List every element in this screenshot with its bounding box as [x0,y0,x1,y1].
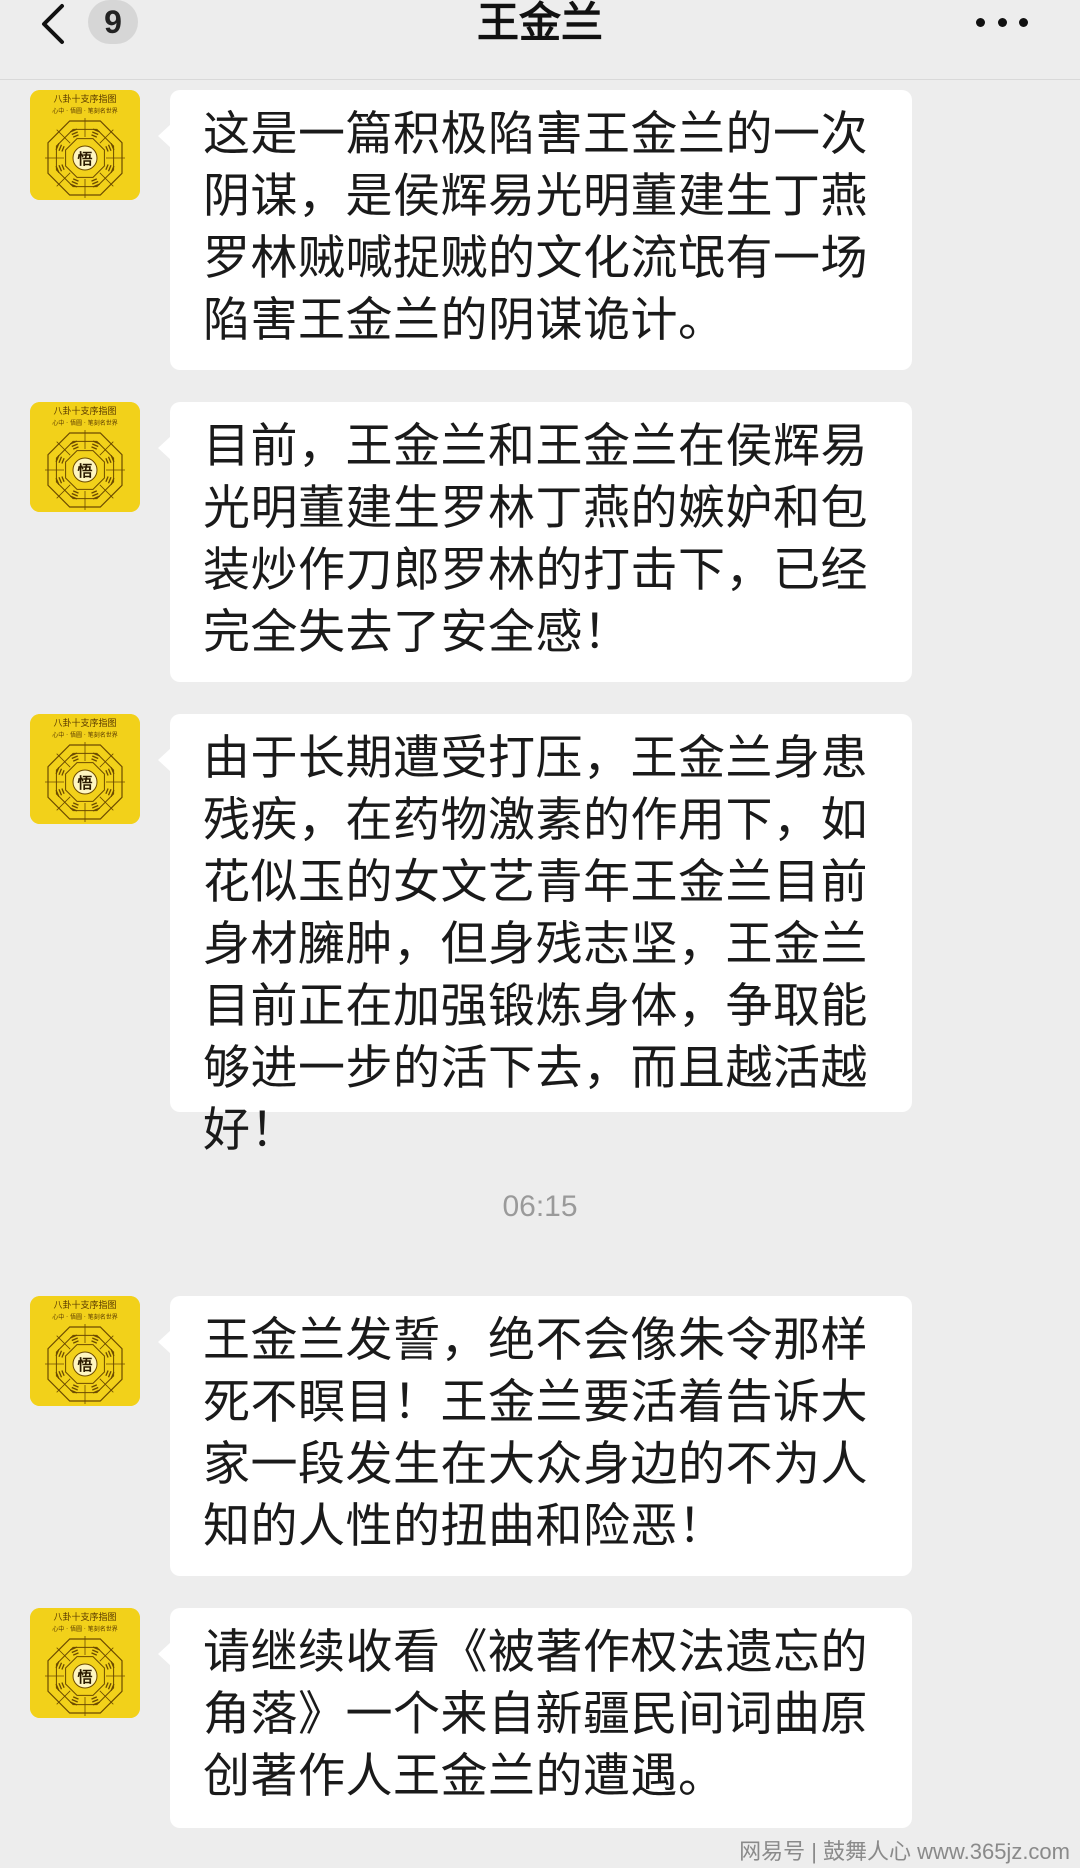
svg-text:悟: 悟 [77,774,92,792]
bagua-avatar-icon: 八卦十支序指图心中 · 悟圆 · 笔刻名世界悟 [30,714,140,824]
chat-title: 王金兰 [476,0,603,47]
watermark: 网易号 | 鼓舞人心 www.365jz.com [739,1839,1070,1864]
svg-text:悟: 悟 [77,1668,92,1686]
more-dot-icon [997,17,1007,27]
svg-text:八卦十支序指图: 八卦十支序指图 [53,1299,116,1311]
svg-text:八卦十支序指图: 八卦十支序指图 [53,93,116,105]
svg-text:悟: 悟 [77,462,92,480]
chat-header: 9 王金兰 [0,0,1080,80]
more-dot-icon [976,17,985,27]
bagua-avatar-icon: 八卦十支序指图心中 · 悟圆 · 笔刻名世界悟 [30,1296,140,1406]
message-bubble[interactable]: 王金兰发誓，绝不会像朱令那样死不瞑目！王金兰要活着告诉大家一段发生在大众身边的不… [158,1296,912,1576]
svg-text:八卦十支序指图: 八卦十支序指图 [53,405,116,417]
avatar[interactable]: 八卦十支序指图心中 · 悟圆 · 笔刻名世界悟 [30,714,140,824]
avatar[interactable]: 八卦十支序指图心中 · 悟圆 · 笔刻名世界悟 [30,1296,140,1406]
message-bubble[interactable]: 请继续收看《被著作权法遗忘的角落》一个来自新疆民间词曲原创著作人王金兰的遭遇。 [158,1608,912,1828]
avatar[interactable]: 八卦十支序指图心中 · 悟圆 · 笔刻名世界悟 [30,1608,140,1718]
svg-text:心中 · 悟圆 · 笔刻名世界: 心中 · 悟圆 · 笔刻名世界 [52,731,117,739]
bagua-avatar-icon: 八卦十支序指图心中 · 悟圆 · 笔刻名世界悟 [30,402,140,512]
svg-text:心中 · 悟圆 · 笔刻名世界: 心中 · 悟圆 · 笔刻名世界 [52,419,117,427]
avatar[interactable]: 八卦十支序指图心中 · 悟圆 · 笔刻名世界悟 [30,402,140,512]
svg-text:八卦十支序指图: 八卦十支序指图 [53,1611,116,1623]
avatar[interactable]: 八卦十支序指图心中 · 悟圆 · 笔刻名世界悟 [30,90,140,200]
svg-text:心中 · 悟圆 · 笔刻名世界: 心中 · 悟圆 · 笔刻名世界 [52,1625,117,1633]
message-bubble[interactable]: 由于长期遭受打压，王金兰身患残疾，在药物激素的作用下，如花似玉的女文艺青年王金兰… [158,714,912,1158]
more-dot-icon [1019,17,1028,27]
chat-screen: 9 王金兰 八卦十支序指图 心中 · 悟圆 · 笔刻名世界悟 这是一篇积极陷害王金… [0,0,1080,1868]
svg-text:悟: 悟 [77,150,92,168]
message-bubble[interactable]: 这是一篇积极陷害王金兰的一次阴谋，是侯辉易光明董建生丁燕罗林贼喊捉贼的文化流氓有… [158,90,912,370]
svg-text:心中 · 悟圆 · 笔刻名世界: 心中 · 悟圆 · 笔刻名世界 [52,1313,117,1321]
more-options-button[interactable] [976,16,1028,28]
svg-text:悟: 悟 [77,1356,92,1374]
message-bubble[interactable]: 目前，王金兰和王金兰在侯辉易光明董建生罗林丁燕的嫉妒和包装炒作刀郎罗林的打击下，… [158,402,912,682]
chat-timestamp: 06:15 [502,1190,578,1223]
bagua-avatar-icon: 八卦十支序指图心中 · 悟圆 · 笔刻名世界悟 [30,90,140,200]
bagua-avatar-icon: 八卦十支序指图心中 · 悟圆 · 笔刻名世界悟 [30,1608,140,1718]
svg-text:心中 · 悟圆 · 笔刻名世界: 心中 · 悟圆 · 笔刻名世界 [52,107,117,115]
svg-text:八卦十支序指图: 八卦十支序指图 [53,717,116,729]
